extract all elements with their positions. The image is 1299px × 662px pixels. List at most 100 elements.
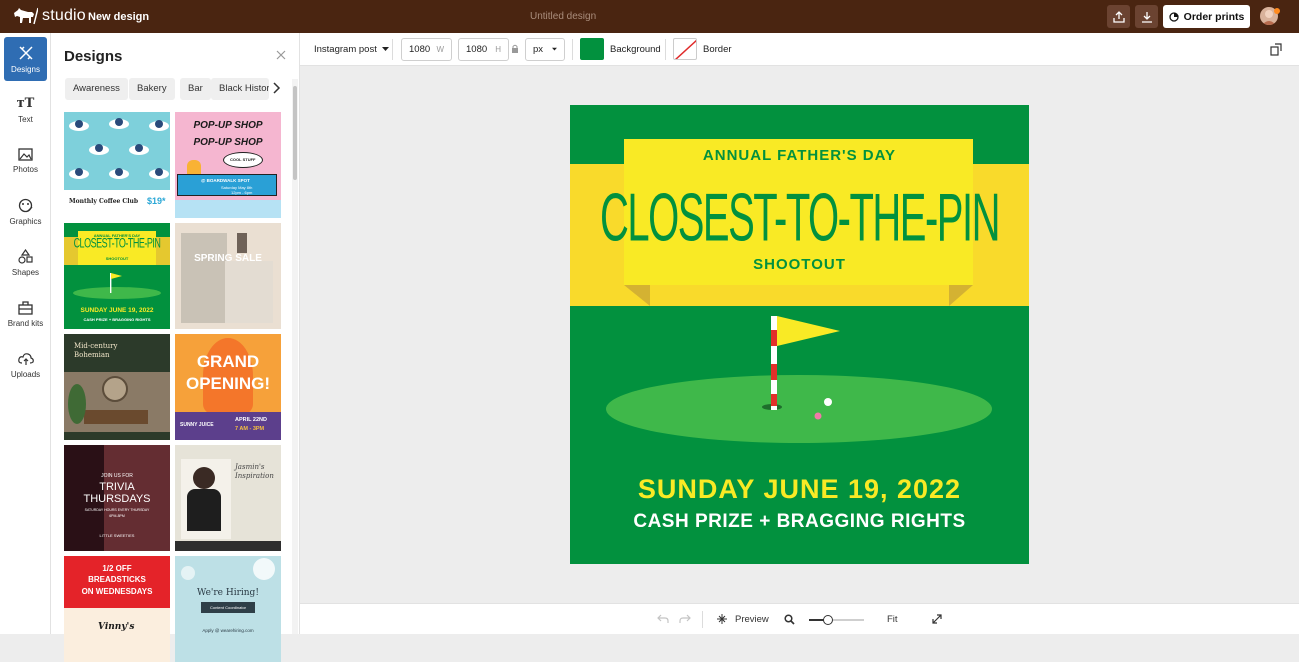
thumb-text: Inspiration	[235, 472, 274, 480]
rail-label: Uploads	[10, 369, 41, 379]
brand-name: studio	[42, 7, 86, 24]
template-mid-century-bohemian[interactable]: Mid-century Bohemian	[64, 334, 170, 440]
thumb-text: CLOSEST-TO-THE-PIN	[73, 235, 161, 251]
thumb-text: 6PM-8PM	[109, 514, 125, 518]
rail-label: Graphics	[9, 217, 42, 226]
template-closest-to-the-pin[interactable]: ANNUAL FATHER'S DAY CLOSEST-TO-THE-PIN S…	[64, 223, 170, 329]
chip-black-history[interactable]: Black History	[211, 78, 269, 100]
zoom-icon[interactable]	[784, 614, 795, 625]
order-prints-button[interactable]: Order prints	[1163, 5, 1250, 28]
shapes-icon	[18, 249, 33, 264]
thumb-text: SATURDAY HOURS EVERY THURSDAY	[84, 508, 150, 512]
unit-select[interactable]: px	[525, 38, 565, 61]
format-dropdown[interactable]: Instagram post	[314, 44, 389, 55]
preview-button[interactable]: Preview	[716, 613, 769, 625]
thumb-text: JOIN US FOR	[101, 473, 133, 479]
height-input[interactable]: 1080 H	[458, 38, 509, 61]
coffee-cups-pattern	[69, 118, 169, 179]
zoom-slider[interactable]	[809, 615, 864, 625]
canvas-shootout[interactable]: SHOOTOUT	[570, 256, 1029, 273]
border-color-swatch[interactable]	[673, 38, 697, 60]
thumb-text: THURSDAYS	[83, 493, 151, 505]
rail-item-designs[interactable]: Designs	[4, 37, 47, 81]
rail-label: Text	[18, 115, 33, 124]
template-grand-opening[interactable]: GRAND OPENING! SUNNY JUICE APRIL 22ND 7 …	[175, 334, 281, 440]
thumb-text: Content Coordinator	[209, 605, 247, 610]
left-rail: Designs ᴛT Text Photos Graphics Shapes B…	[0, 33, 51, 634]
template-spring-sale[interactable]: SPRING SALE	[175, 223, 281, 329]
panel-scroll-thumb[interactable]	[293, 86, 297, 180]
brand-kits-icon	[18, 300, 33, 315]
template-jasmins-inspiration[interactable]: Jasmin's Inspiration	[175, 445, 281, 551]
document-title[interactable]: Untitled design	[530, 11, 596, 22]
thumb-text: ON WEDNESDAYS	[81, 587, 153, 596]
template-were-hiring[interactable]: We're Hiring! Content Coordinator Apply …	[175, 556, 281, 662]
format-label: Instagram post	[314, 44, 377, 55]
graphics-icon	[18, 198, 33, 213]
template-coffee-club[interactable]: Monthly Coffee Club $19*	[64, 112, 170, 218]
zoom-slider-handle[interactable]	[823, 615, 833, 625]
download-icon	[1141, 11, 1152, 23]
uploads-icon	[17, 352, 34, 365]
clock-icon	[1169, 11, 1179, 22]
undo-icon[interactable]	[657, 614, 669, 624]
thumb-text: 7 AM - 3PM	[235, 426, 265, 432]
resize-icon[interactable]	[1270, 43, 1282, 56]
toolbar-divider	[392, 39, 393, 60]
thumb-text: LITTLE SWEETIES	[99, 533, 135, 538]
thumb-text: OPENING!	[185, 374, 271, 393]
toolbar-divider	[665, 39, 666, 60]
download-button[interactable]	[1135, 5, 1158, 28]
canvas-subtitle[interactable]: ANNUAL FATHER'S DAY	[570, 147, 1029, 164]
template-trivia-thursdays[interactable]: JOIN US FOR TRIVIA THURSDAYS SATURDAY HO…	[64, 445, 170, 551]
share-button[interactable]	[1107, 5, 1130, 28]
caret-down-icon	[552, 47, 557, 51]
no-border-icon	[674, 39, 696, 59]
canvas-date[interactable]: SUNDAY JUNE 19, 2022	[570, 474, 1029, 505]
rail-item-photos[interactable]: Photos	[4, 139, 47, 183]
fit-button[interactable]: Fit	[887, 614, 898, 625]
horse-logo-icon	[14, 7, 38, 25]
canvas-headline[interactable]: CLOSEST-TO-THE-PIN	[570, 181, 1029, 258]
template-breadsticks[interactable]: 1/2 OFF BREADSTICKS ON WEDNESDAYS Vinny'…	[64, 556, 170, 662]
redo-icon[interactable]	[679, 614, 691, 624]
order-prints-label: Order prints	[1183, 10, 1245, 23]
text-icon: ᴛT	[16, 96, 35, 111]
rail-item-uploads[interactable]: Uploads	[4, 343, 47, 387]
thumb-text: COOL STUFF	[230, 157, 256, 162]
rail-label: Photos	[13, 165, 38, 174]
thumb-text: APRIL 22ND	[235, 417, 267, 423]
rail-item-graphics[interactable]: Graphics	[4, 190, 47, 234]
thumb-text: CASH PRIZE + BRAGGING RIGHTS	[83, 317, 151, 322]
thumb-text: @ BOARDWALK SPOT	[201, 178, 250, 183]
bottom-bar: Preview Fit	[300, 603, 1299, 634]
template-pop-up-shop[interactable]: POP-UP SHOP POP-UP SHOP COOL STUFF @ BOA…	[175, 112, 281, 218]
width-input[interactable]: 1080 W	[401, 38, 452, 61]
thumb-text: GRAND	[196, 352, 260, 371]
height-value: 1080	[466, 44, 488, 55]
design-canvas[interactable]: ANNUAL FATHER'S DAY CLOSEST-TO-THE-PIN S…	[570, 105, 1029, 564]
width-value: 1080	[409, 44, 431, 55]
lock-icon[interactable]	[511, 44, 519, 54]
background-color-swatch[interactable]	[580, 38, 604, 60]
thumb-text: SUNDAY JUNE 19, 2022	[80, 307, 154, 314]
chip-awareness[interactable]: Awareness	[65, 78, 128, 100]
rail-item-brand-kits[interactable]: Brand kits	[4, 292, 47, 336]
thumb-text: POP-UP SHOP	[193, 137, 263, 148]
thumb-text: Mid-century Bohemian	[74, 342, 118, 359]
rail-item-text[interactable]: ᴛT Text	[4, 88, 47, 132]
chip-bar[interactable]: Bar	[180, 78, 211, 100]
chevron-right-icon[interactable]	[271, 82, 281, 94]
border-label[interactable]: Border	[703, 44, 732, 55]
close-icon[interactable]	[276, 50, 286, 60]
thumb-text: Vinny's	[98, 622, 135, 632]
thumb-text: $19*	[147, 196, 166, 206]
fullscreen-icon[interactable]	[932, 614, 942, 624]
rail-label: Brand kits	[7, 318, 44, 328]
rail-item-shapes[interactable]: Shapes	[4, 241, 47, 285]
background-label[interactable]: Background	[610, 44, 661, 55]
studio-logo[interactable]: studio	[12, 7, 86, 25]
height-unit: H	[495, 45, 501, 54]
chip-bakery[interactable]: Bakery	[129, 78, 175, 100]
canvas-prize[interactable]: CASH PRIZE + BRAGGING RIGHTS	[570, 511, 1029, 533]
